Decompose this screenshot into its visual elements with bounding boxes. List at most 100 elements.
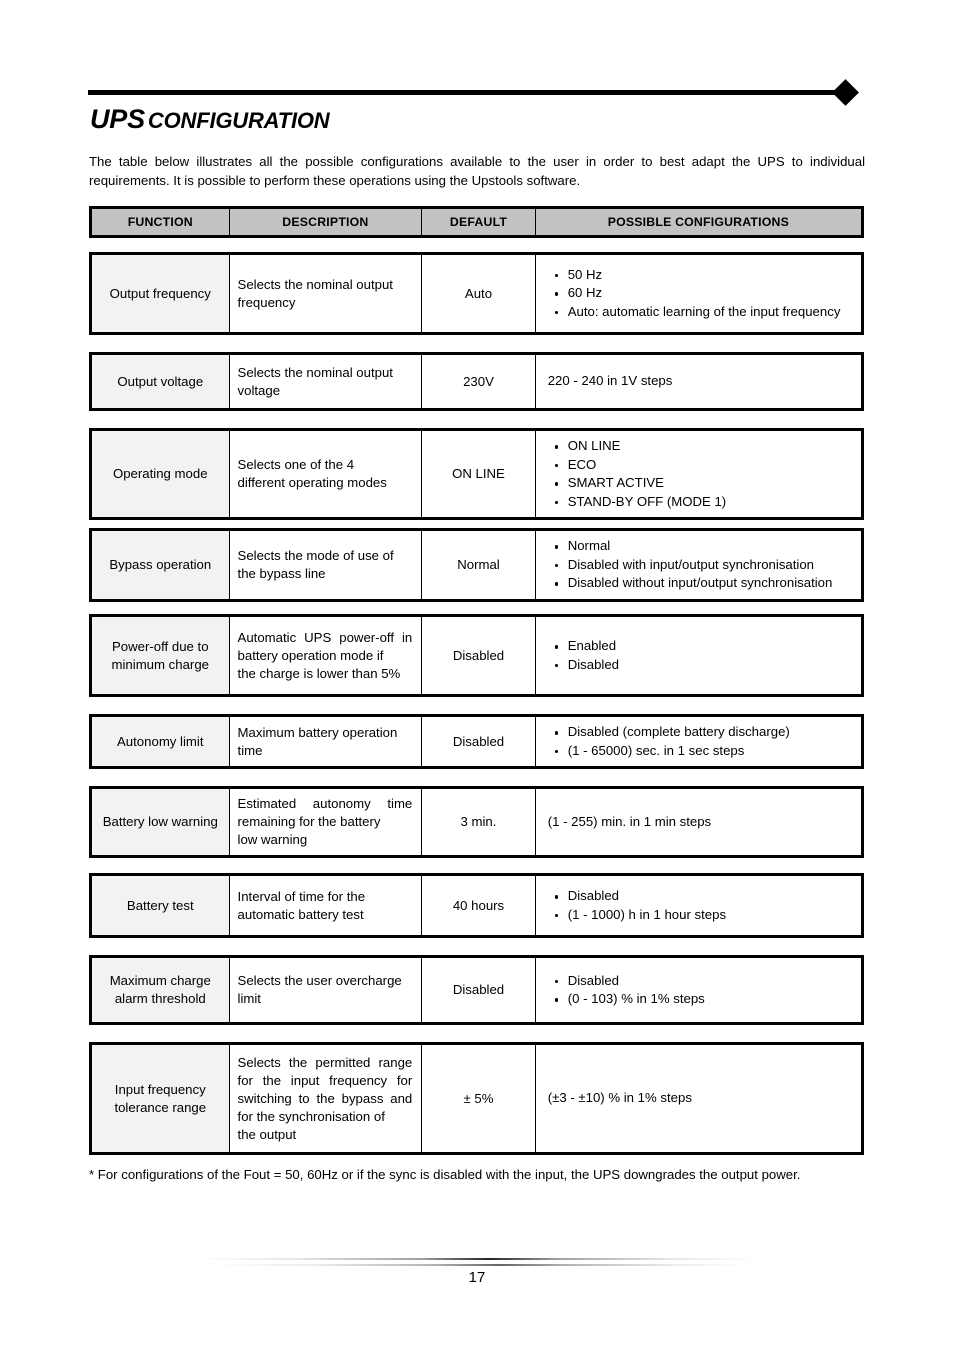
configuration-text: 220 - 240 in 1V steps — [547, 373, 673, 389]
list-item: Disabled — [554, 656, 853, 675]
list-item: Disabled (complete battery discharge) — [554, 723, 853, 742]
diamond-icon — [832, 79, 859, 106]
description-text-last-line: low warning — [237, 832, 308, 847]
column-header-description: DESCRIPTION — [228, 207, 423, 237]
description-text-last-line: voltage — [237, 382, 281, 398]
cell-description: Maximum battery operation time — [228, 715, 423, 768]
list-item: Disabled — [554, 887, 853, 906]
cell-description: Selects the nominal output frequency — [228, 253, 423, 334]
list-item: ECO — [554, 456, 853, 475]
description-text: Automatic UPS power-off in battery opera… — [237, 629, 413, 663]
table-row: Autonomy limit Maximum battery operation t… — [89, 714, 864, 769]
cell-default: Disabled — [421, 956, 536, 1024]
cell-configurations: Disabled (0 - 103) % in 1% steps — [534, 956, 864, 1024]
description-text-last-line: the charge is lower than 5% — [237, 665, 401, 681]
list-item: (1 - 1000) h in 1 hour steps — [554, 906, 853, 925]
configuration-list: Disabled (0 - 103) % in 1% steps — [548, 972, 853, 1009]
cell-function: Battery low warning — [90, 787, 230, 857]
configuration-text: (±3 - ±10) % in 1% steps — [547, 1090, 692, 1106]
list-item: ON LINE — [554, 437, 853, 456]
cell-description: Selects the permitted range for the inpu… — [228, 1043, 423, 1154]
cell-configurations: 220 - 240 in 1V steps — [534, 353, 864, 410]
configuration-list: Enabled Disabled — [548, 637, 853, 674]
description-text: Selects the nominal output — [237, 364, 393, 380]
description-text: Estimated autonomy time remaining for th… — [237, 796, 413, 829]
table-row: Output frequency Selects the nominal outp… — [89, 252, 864, 335]
footer-rule-upper — [198, 1258, 758, 1260]
configuration-list: Disabled (1 - 1000) h in 1 hour steps — [548, 887, 853, 924]
cell-default: 40 hours — [421, 874, 536, 937]
document-page: UPS CONFIGURATION The table below illustr… — [88, 0, 866, 1350]
cell-default: Disabled — [421, 615, 536, 696]
table-row: Bypass operation Selects the mode of use … — [89, 528, 864, 602]
list-item: Enabled — [554, 637, 853, 656]
page-title: UPS CONFIGURATION — [90, 104, 330, 135]
cell-default: Normal — [421, 529, 536, 601]
cell-configurations: ON LINE ECO SMART ACTIVE STAND-BY OFF (MODE… — [534, 429, 864, 519]
cell-function: Maximum charge alarm threshold — [90, 956, 230, 1024]
list-item: Normal — [554, 537, 853, 556]
page-title-main: UPS — [90, 104, 145, 134]
cell-description: Selects the mode of use of the bypass lin… — [228, 529, 423, 601]
page-title-sub: CONFIGURATION — [147, 108, 330, 133]
configuration-list: 50 Hz 60 Hz Auto: automatic learning of th… — [548, 266, 853, 322]
cell-configurations: Disabled (1 - 1000) h in 1 hour steps — [534, 874, 864, 937]
list-item: Auto: automatic learning of the input fr… — [554, 303, 853, 322]
cell-default: ON LINE — [421, 429, 536, 519]
cell-description: Interval of time for the automatic batter… — [228, 874, 423, 937]
list-item: (1 - 65000) sec. in 1 sec steps — [554, 742, 853, 761]
cell-description: Selects the nominal output voltage — [228, 353, 423, 410]
table-row: Power-off due to minimum charge Automatic… — [89, 614, 864, 697]
cell-default: Disabled — [421, 715, 536, 768]
description-text-last-line: different operating modes — [237, 475, 387, 490]
list-item: Disabled — [554, 972, 853, 991]
table-header-row: FUNCTION DESCRIPTION DEFAULT POSSIBLE CO… — [90, 207, 864, 237]
description-text-last-line: automatic battery test — [237, 906, 364, 922]
description-text: Selects the user overcharge — [237, 973, 402, 988]
description-text-last-line: limit — [237, 991, 261, 1006]
intro-paragraph: The table below illustrates all the poss… — [89, 154, 865, 188]
cell-configurations: (1 - 255) min. in 1 min steps — [534, 787, 864, 857]
description-text: Selects the permitted range for the inpu… — [237, 1054, 413, 1124]
description-text-last-line: the output — [237, 1126, 297, 1142]
column-header-function: FUNCTION — [90, 207, 230, 237]
configuration-list: Disabled (complete battery discharge) (1 … — [548, 723, 853, 760]
cell-configurations: Enabled Disabled — [534, 615, 864, 696]
cell-function: Operating mode — [90, 429, 230, 519]
page-footer: 17 — [88, 1258, 866, 1308]
description-text: Selects the nominal output — [237, 276, 393, 292]
cell-function: Autonomy limit — [90, 715, 230, 768]
description-text: Interval of time for the — [237, 888, 366, 904]
cell-configurations: 50 Hz 60 Hz Auto: automatic learning of th… — [534, 253, 864, 334]
column-header-configurations: POSSIBLE CONFIGURATIONS — [534, 207, 864, 237]
cell-description: Selects one of the 4 different operating … — [228, 429, 423, 519]
cell-description: Estimated autonomy time remaining for th… — [228, 787, 423, 857]
cell-configurations: Normal Disabled with input/output synchro… — [534, 529, 864, 601]
cell-function: Battery test — [90, 874, 230, 937]
cell-configurations: Disabled (complete battery discharge) (1 … — [534, 715, 864, 768]
description-text: Selects the mode of use of — [237, 547, 394, 563]
list-item: Disabled without input/output synchronis… — [554, 574, 853, 593]
cell-configurations: (±3 - ±10) % in 1% steps — [534, 1043, 864, 1154]
list-item: SMART ACTIVE — [554, 474, 853, 493]
description-text-last-line: time — [237, 742, 263, 758]
description-text-last-line: the bypass line — [237, 565, 326, 581]
table-row: Input frequency tolerance range Selects t… — [89, 1042, 864, 1155]
list-item: 60 Hz — [554, 284, 853, 303]
cell-default: Auto — [421, 253, 536, 334]
cell-default: 230V — [421, 353, 536, 410]
cell-function: Output voltage — [90, 353, 230, 410]
list-item: (0 - 103) % in 1% steps — [554, 990, 853, 1009]
configuration-text: (1 - 255) min. in 1 min steps — [547, 813, 712, 829]
column-header-default: DEFAULT — [421, 207, 536, 237]
cell-function: Bypass operation — [90, 529, 230, 601]
footer-rule-lower — [208, 1264, 748, 1266]
table-row: Output voltage Selects the nominal output… — [89, 352, 864, 411]
cell-function: Power-off due to minimum charge — [90, 615, 230, 696]
configuration-list: Normal Disabled with input/output synchro… — [548, 537, 853, 593]
configuration-list: ON LINE ECO SMART ACTIVE STAND-BY OFF (MODE… — [548, 437, 853, 511]
table-row: Maximum charge alarm threshold Selects th… — [89, 955, 864, 1025]
table-row: Battery low warning Estimated autonomy ti… — [89, 786, 864, 858]
description-text-last-line: frequency — [237, 294, 296, 310]
table-row: Operating mode Selects one of the 4 differ… — [89, 428, 864, 520]
